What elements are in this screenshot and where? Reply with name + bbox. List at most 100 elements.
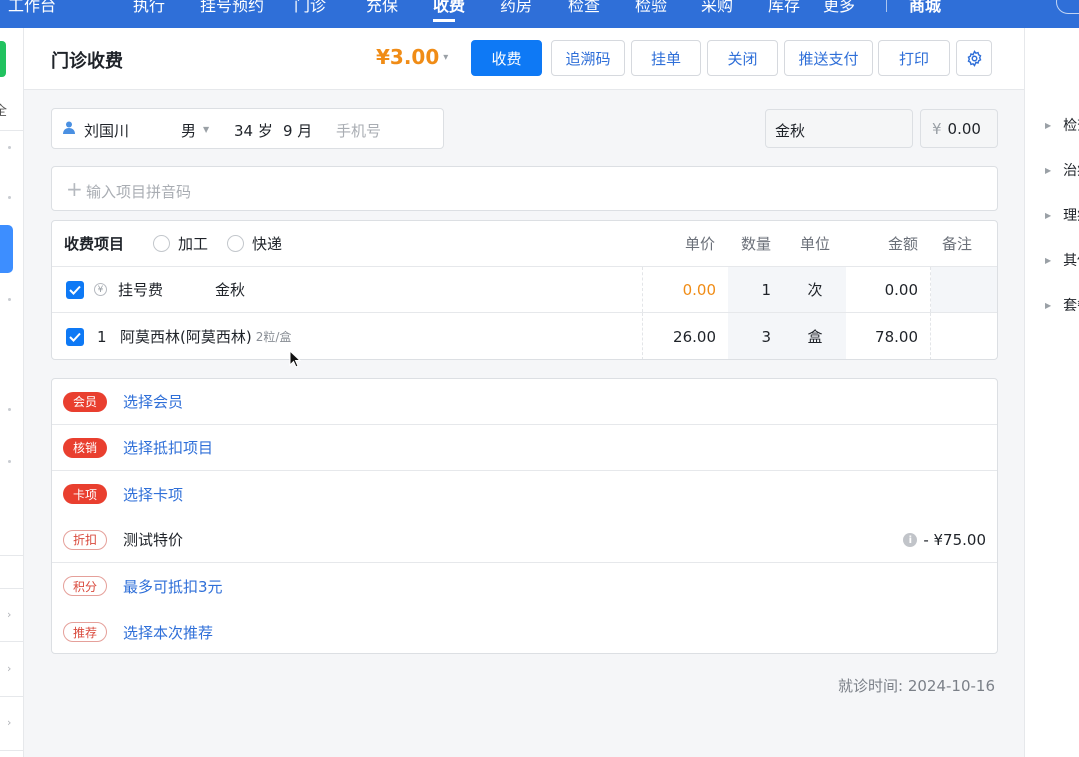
recommend-row[interactable]: 推荐 选择本次推荐 [52,609,997,655]
nav-insurance[interactable]: 充保 [366,0,398,16]
nav-more[interactable]: 更多 [823,0,855,16]
table-row[interactable]: ¥ 挂号费 金秋 0.00 1 次 0.00 [52,267,997,313]
col-unit-price: 单价 [685,235,716,253]
settings-button[interactable] [956,40,992,76]
category-exam[interactable]: ▶检查 [1045,115,1079,135]
qty-field[interactable]: 1 [728,267,784,312]
unit-price-field[interactable]: 0.00 [643,267,728,312]
item-doctor: 金秋 [215,281,246,299]
remark-field[interactable] [931,313,997,359]
unit-field: 次 [784,267,846,312]
nav-pharmacy[interactable]: 药房 [500,0,532,16]
col-remark: 备注 [942,235,973,253]
nav-charge[interactable]: 收费 [433,0,465,22]
delivery-option[interactable]: 快递 [227,221,282,266]
nav-inventory[interactable]: 库存 [768,0,800,16]
item-search-input[interactable]: + 输入项目拼音码 [51,166,998,211]
row-checkbox[interactable] [66,267,84,312]
discount-value: i- ¥75.00 [903,531,986,549]
nav-exam[interactable]: 检查 [568,0,600,16]
select-card-link[interactable]: 选择卡项 [123,484,183,505]
item-name: 阿莫西林(阿莫西林) [120,328,252,346]
points-link[interactable]: 最多可抵扣3元 [123,576,223,597]
discount-row[interactable]: 折扣 测试特价 i- ¥75.00 [52,517,997,563]
divider [0,555,24,556]
total-amount[interactable]: ¥3.00 ▾ [376,45,448,69]
patient-info-bar[interactable]: 刘国川 男 ▼ 34 岁 9 月 手机号 [51,108,444,149]
charge-button[interactable]: 收费 [471,40,542,76]
nav-mall[interactable]: 商城 [909,0,941,16]
doctor-field[interactable]: 金秋 [765,109,913,148]
promotions-panel: 会员 选择会员 核销 选择抵扣项目 卡项 选择卡项 折扣 测试特价 i- ¥75… [51,378,998,654]
divider [0,696,24,697]
list-dot [8,196,11,199]
top-nav: 工作台 执行 挂号预约 门诊 充保 收费 药房 检查 检验 采购 库存 更多 商… [0,0,1079,28]
mouse-cursor-icon [289,350,301,368]
unit-field: 盒 [784,313,846,359]
amount-field[interactable]: 78.00 [846,313,930,359]
member-row[interactable]: 会员 选择会员 [52,379,997,425]
patient-months[interactable]: 9 月 [283,120,312,141]
nav-execute[interactable]: 执行 [133,0,165,16]
writeoff-tag: 核销 [63,437,107,458]
category-treatment[interactable]: ▶治疗 [1045,160,1079,180]
caret-right-icon: ▶ [1045,211,1052,220]
card-row[interactable]: 卡项 选择卡项 [52,471,997,517]
push-payment-button[interactable]: 推送支付 [784,40,873,76]
unit-price-field[interactable]: 26.00 [643,313,728,359]
points-row[interactable]: 积分 最多可抵扣3元 [52,563,997,609]
check-icon [69,332,81,342]
row-checkbox[interactable] [66,313,84,359]
hold-order-button[interactable]: 挂单 [631,40,701,76]
discount-tag: 折扣 [63,529,107,550]
filter-all-tab[interactable]: 全 [0,100,7,119]
divider [0,588,24,589]
discount-name: 测试特价 [123,531,184,549]
table-header: 收费项目 加工 快递 单价 数量 单位 金额 备注 [52,221,997,267]
remark-field[interactable] [931,267,997,312]
visit-time: 就诊时间: 2024-10-16 [838,677,996,695]
print-button[interactable]: 打印 [878,40,950,76]
writeoff-row[interactable]: 核销 选择抵扣项目 [52,425,997,471]
category-therapy[interactable]: ▶理疗 [1045,205,1079,225]
chevron-right-icon[interactable]: › [7,608,11,621]
item-name: 挂号费 [118,281,164,299]
phone-field[interactable]: 手机号 [336,120,381,141]
selected-patient-item[interactable] [0,225,13,273]
select-recommend-link[interactable]: 选择本次推荐 [123,622,213,643]
category-package[interactable]: ▶套餐 [1045,295,1079,315]
nav-lab[interactable]: 检验 [635,0,667,16]
close-button[interactable]: 关闭 [707,40,778,76]
nav-outpatient[interactable]: 门诊 [294,0,326,16]
chevron-down-icon[interactable]: ▼ [203,125,209,134]
trace-code-button[interactable]: 追溯码 [551,40,625,76]
list-dot [8,460,11,463]
processing-option[interactable]: 加工 [153,221,208,266]
category-other[interactable]: ▶其他 [1045,250,1079,270]
info-icon[interactable]: i [903,533,918,547]
nav-pill-button[interactable] [1056,0,1079,14]
extra-fee-field[interactable]: ¥0.00 [920,109,998,148]
patient-age[interactable]: 34 岁 [234,120,273,141]
nav-purchase[interactable]: 采购 [701,0,733,16]
amount-field[interactable]: 0.00 [846,267,930,312]
new-patient-button[interactable] [0,41,6,77]
patient-gender[interactable]: 男 [181,120,196,141]
member-tag: 会员 [63,391,107,412]
item-category-panel: ▶检查 ▶治疗 ▶理疗 ▶其他 ▶套餐 [1024,28,1079,757]
nav-workbench[interactable]: 工作台 [8,0,56,16]
patient-name[interactable]: 刘国川 [84,120,129,141]
chevron-right-icon[interactable]: › [7,662,11,675]
left-sidebar: 全 › › › [0,28,24,757]
nav-registration[interactable]: 挂号预约 [200,0,264,16]
select-deduction-link[interactable]: 选择抵扣项目 [123,437,213,458]
list-dot [8,408,11,411]
table-row[interactable]: 1 阿莫西林(阿莫西林) 2粒/盒 26.00 3 盒 78.00 [52,313,997,359]
divider [0,750,24,751]
qty-field[interactable]: 3 [728,313,784,359]
radio[interactable] [153,235,170,252]
user-icon [63,121,75,134]
select-member-link[interactable]: 选择会员 [123,391,183,412]
chevron-right-icon[interactable]: › [7,716,11,729]
radio[interactable] [227,235,244,252]
